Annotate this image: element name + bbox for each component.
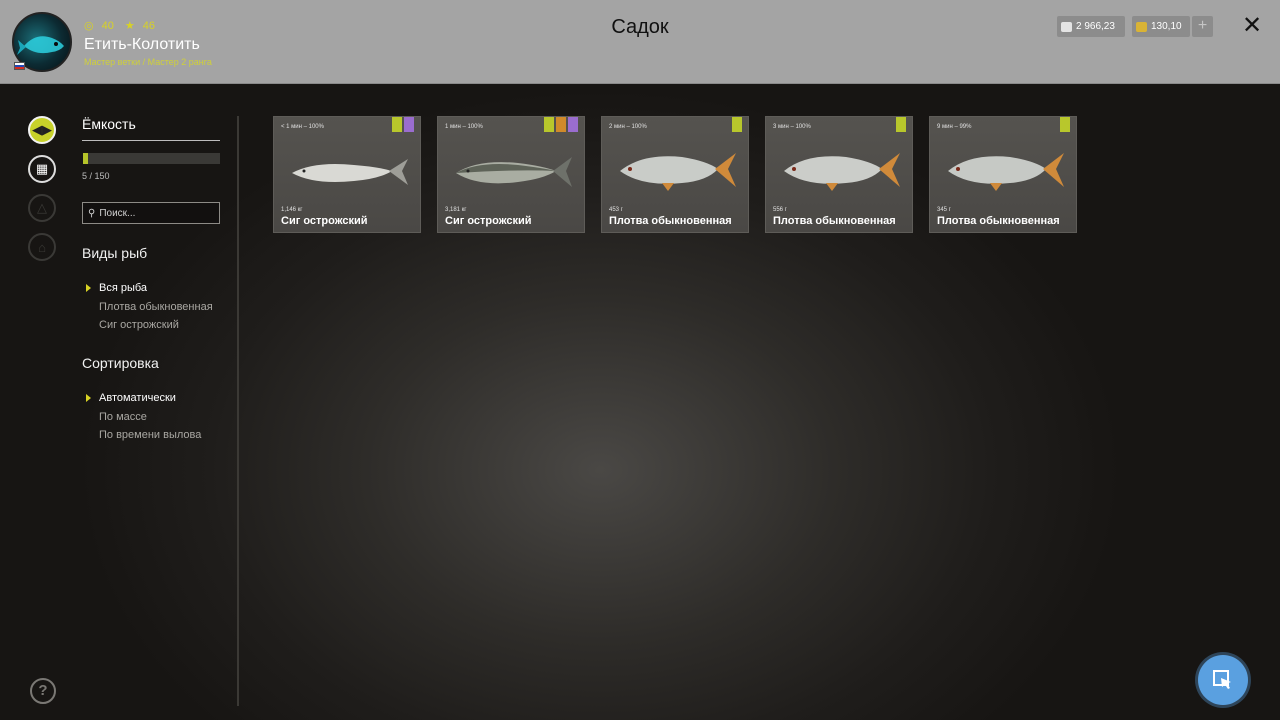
add-currency-button[interactable]: + <box>1192 16 1213 37</box>
capacity-divider <box>82 140 220 141</box>
fish-meta: 9 мин – 99% <box>937 124 972 130</box>
badge-green-icon <box>544 117 554 132</box>
fish-meta: < 1 мин – 100% <box>281 124 324 130</box>
silver-amount: 2 966,23 <box>1076 21 1115 32</box>
roach-icon <box>948 153 1064 191</box>
badge-orange-icon <box>556 117 566 132</box>
badge-green-icon <box>1060 117 1070 132</box>
fish-badges <box>392 117 414 132</box>
fish-card[interactable]: < 1 мин – 100% 1,146 кг Сиг острожский <box>273 116 421 233</box>
badge-green-icon <box>732 117 742 132</box>
fish-meta: 2 мин – 100% <box>609 124 647 130</box>
player-rank: Мастер ветки / Мастер 2 ранга <box>84 57 212 67</box>
close-button[interactable]: ✕ <box>1240 14 1264 38</box>
sort-title: Сортировка <box>82 355 159 371</box>
fish-badges <box>1060 117 1070 132</box>
search-input[interactable]: ⚲ Поиск... <box>82 202 220 224</box>
fish-name: Плотва обыкновенная <box>609 215 732 227</box>
fish-card[interactable]: 2 мин – 100% 453 г Плотва обыкновенная <box>601 116 749 233</box>
silver-coin-icon <box>1061 21 1072 32</box>
species-title: Виды рыб <box>82 245 148 261</box>
capacity-title: Ёмкость <box>82 116 136 132</box>
nav-keepnet-icon[interactable]: ▦ <box>28 155 56 183</box>
fish-name: Плотва обыкновенная <box>773 215 896 227</box>
fish-weight: 3,181 кг <box>445 207 467 213</box>
selected-arrow-icon <box>86 394 91 402</box>
gold-amount: 130,10 <box>1151 21 1182 32</box>
species-item-whitefish[interactable]: Сиг острожский <box>99 319 179 331</box>
fish-weight: 556 г <box>773 207 787 213</box>
fish-card[interactable]: 9 мин – 99% 345 г Плотва обыкновенная <box>929 116 1077 233</box>
cursor-mode-button[interactable] <box>1198 655 1248 705</box>
fish-badges <box>544 117 578 132</box>
fish-name: Плотва обыкновенная <box>937 215 1060 227</box>
search-icon: ⚲ <box>88 207 96 219</box>
sort-item-time[interactable]: По времени вылова <box>99 429 201 441</box>
gold-coin-icon <box>1136 21 1147 32</box>
capacity-bar-fill <box>83 153 88 164</box>
search-placeholder: Поиск... <box>99 207 136 219</box>
fish-card[interactable]: 1 мин – 100% 3,181 кг Сиг острожский <box>437 116 585 233</box>
sort-item-auto[interactable]: Автоматически <box>99 392 176 404</box>
fish-name: Сиг острожский <box>281 215 368 227</box>
roach-icon <box>784 153 900 191</box>
fish-card[interactable]: 3 мин – 100% 556 г Плотва обыкновенная <box>765 116 913 233</box>
fish-weight: 1,146 кг <box>281 207 303 213</box>
nav-home-icon[interactable]: ⌂ <box>28 233 56 261</box>
cursor-icon <box>1213 670 1231 689</box>
nav-fish-icon[interactable]: ◀▶ <box>28 116 56 144</box>
whitefish-icon <box>292 159 408 185</box>
help-icon[interactable]: ? <box>30 678 56 704</box>
badge-purple-icon <box>568 117 578 132</box>
badge-green-icon <box>896 117 906 132</box>
sidebar-divider <box>237 116 239 706</box>
badge-purple-icon <box>404 117 414 132</box>
species-item-roach[interactable]: Плотва обыкновенная <box>99 301 213 313</box>
top-bar: ◎ 40 ★ 46 Етить-Колотить Мастер ветки / Ма… <box>0 0 1280 84</box>
species-item-all[interactable]: Вся рыба <box>99 282 147 294</box>
country-flag-icon <box>14 62 25 70</box>
sort-item-mass[interactable]: По массе <box>99 411 147 423</box>
fish-meta: 1 мин – 100% <box>445 124 483 130</box>
fish-weight: 453 г <box>609 207 623 213</box>
fish-badges <box>732 117 742 132</box>
selected-arrow-icon <box>86 284 91 292</box>
nav-warning-icon[interactable]: △ <box>28 194 56 222</box>
silver-balance: 2 966,23 <box>1057 16 1125 37</box>
capacity-text: 5 / 150 <box>82 171 110 181</box>
roach-icon <box>620 153 736 191</box>
whitefish-icon <box>456 157 572 187</box>
badge-green-icon <box>392 117 402 132</box>
fish-badges <box>896 117 906 132</box>
fish-name: Сиг острожский <box>445 215 532 227</box>
capacity-bar <box>83 153 220 164</box>
fish-meta: 3 мин – 100% <box>773 124 811 130</box>
fish-weight: 345 г <box>937 207 951 213</box>
gold-balance: 130,10 <box>1132 16 1190 37</box>
